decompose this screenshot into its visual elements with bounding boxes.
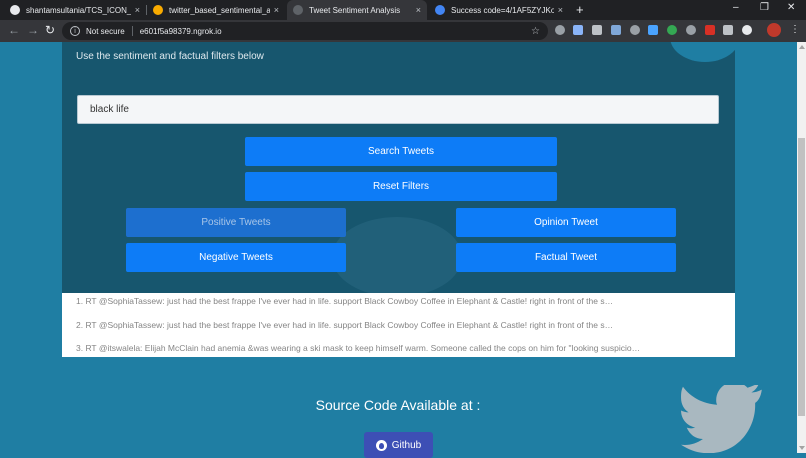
github-icon — [375, 439, 387, 451]
google-icon — [435, 5, 445, 15]
negative-tweets-button[interactable]: Negative Tweets — [126, 243, 346, 272]
list-item: 2. RT @SophiaTassew: just had the best f… — [76, 320, 614, 330]
scroll-down-icon[interactable] — [799, 446, 805, 450]
reset-filters-button[interactable]: Reset Filters — [245, 172, 557, 201]
tab-bar: shantamsultania/TCS_ICON_RIO- × twitter_… — [0, 0, 806, 20]
list-item: 3. RT @itswalela: Elijah McClain had ane… — [76, 343, 641, 353]
colab-icon — [153, 5, 163, 15]
extension-icon[interactable] — [705, 25, 715, 35]
forward-icon[interactable]: → — [27, 23, 39, 37]
github-label: Github — [391, 439, 422, 451]
tab-tweet-sentiment[interactable]: Tweet Sentiment Analysis × — [287, 0, 427, 20]
address-bar[interactable]: i Not secure e601f5a98379.ngrok.io ☆ — [62, 22, 548, 40]
restore-button[interactable]: ❐ — [760, 2, 769, 13]
close-icon[interactable]: × — [558, 5, 563, 15]
search-tweets-button[interactable]: Search Tweets — [245, 137, 557, 166]
search-input[interactable] — [77, 95, 719, 124]
twitter-bird-decoration — [670, 42, 735, 62]
filter-panel: Use the sentiment and factual filters be… — [62, 42, 735, 293]
source-code-heading: Source Code Available at : — [315, 397, 481, 413]
positive-tweets-button[interactable]: Positive Tweets — [126, 208, 346, 237]
minimize-button[interactable]: – — [733, 2, 739, 13]
twitter-bird-icon — [681, 385, 762, 453]
extension-icon[interactable] — [592, 25, 602, 35]
tab-google-success[interactable]: Success code=4/1AF5ZYJKofOXi × — [429, 0, 569, 20]
close-icon[interactable]: × — [274, 5, 279, 15]
tab-github[interactable]: shantamsultania/TCS_ICON_RIO- × — [4, 0, 146, 20]
page-scrollbar[interactable] — [797, 42, 806, 453]
extension-icon[interactable] — [686, 25, 696, 35]
scrollbar-thumb[interactable] — [798, 138, 805, 416]
opinion-tweet-button[interactable]: Opinion Tweet — [456, 208, 676, 237]
avatar[interactable] — [767, 23, 781, 37]
new-tab-button[interactable]: + — [576, 2, 584, 17]
list-item: 1. RT @SophiaTassew: just had the best f… — [76, 296, 614, 306]
extension-icon[interactable] — [573, 25, 583, 35]
globe-icon — [293, 5, 303, 15]
scroll-up-icon[interactable] — [799, 45, 805, 49]
browser-toolbar: ← → ↻ i Not secure e601f5a98379.ngrok.io… — [0, 20, 806, 42]
extension-icon[interactable] — [611, 25, 621, 35]
security-label: Not secure — [86, 26, 125, 36]
extension-icon[interactable] — [648, 25, 658, 35]
tab-title: Tweet Sentiment Analysis — [309, 5, 401, 15]
extension-icon[interactable] — [555, 25, 565, 35]
back-icon[interactable]: ← — [8, 23, 20, 37]
tab-title: shantamsultania/TCS_ICON_RIO- — [26, 5, 131, 15]
tab-title: Success code=4/1AF5ZYJKofOXi — [451, 5, 554, 15]
tab-colab[interactable]: twitter_based_sentimental_analy × — [147, 0, 285, 20]
github-icon — [10, 5, 20, 15]
browser-menu-icon[interactable]: ⋮ — [790, 24, 800, 35]
tab-title: twitter_based_sentimental_analy — [169, 5, 270, 15]
close-window-button[interactable]: ✕ — [787, 2, 795, 13]
factual-tweet-button[interactable]: Factual Tweet — [456, 243, 676, 272]
extension-icon[interactable] — [742, 25, 752, 35]
extension-icon[interactable] — [723, 25, 733, 35]
extension-icon[interactable] — [667, 25, 677, 35]
page-subtitle: Use the sentiment and factual filters be… — [76, 51, 264, 62]
background-bird-decoration — [332, 217, 462, 293]
github-button[interactable]: Github — [364, 432, 433, 458]
url-text[interactable]: e601f5a98379.ngrok.io — [140, 27, 222, 36]
tweet-results-list: 1. RT @SophiaTassew: just had the best f… — [62, 293, 735, 357]
reload-icon[interactable]: ↻ — [45, 23, 55, 37]
bookmark-star-icon[interactable]: ☆ — [531, 26, 540, 37]
info-icon[interactable]: i — [70, 26, 80, 36]
close-icon[interactable]: × — [135, 5, 140, 15]
extension-icon[interactable] — [630, 25, 640, 35]
close-icon[interactable]: × — [416, 5, 421, 15]
